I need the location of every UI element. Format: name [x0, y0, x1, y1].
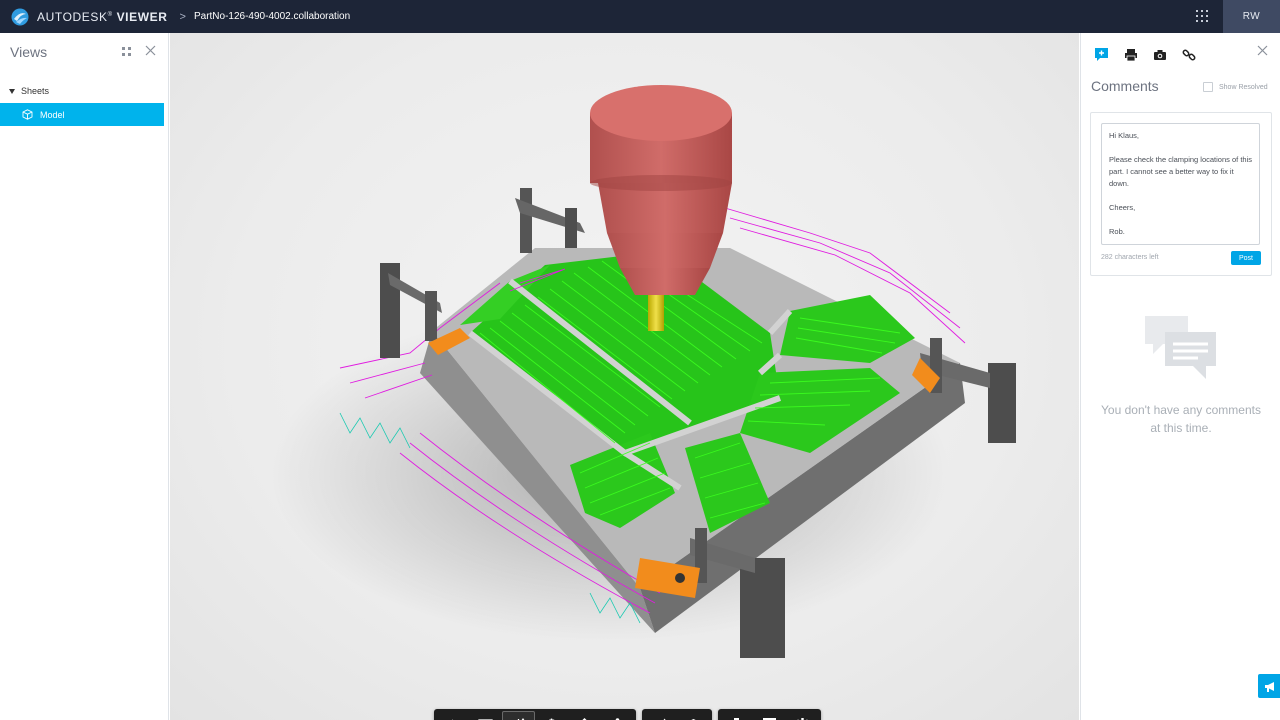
measure-button[interactable] — [644, 711, 677, 720]
breadcrumb-separator: > — [179, 10, 186, 23]
brand-registered: ® — [107, 11, 113, 18]
pan-button[interactable] — [535, 711, 568, 720]
link-icon — [1182, 49, 1195, 60]
feedback-button[interactable] — [1258, 674, 1280, 698]
user-avatar[interactable]: RW — [1223, 0, 1280, 33]
show-resolved-toggle[interactable]: Show Resolved — [1203, 82, 1268, 92]
caret-down-icon[interactable] — [9, 88, 15, 94]
views-panel: Views Sheets Model — [0, 33, 169, 720]
dock-icon[interactable] — [122, 47, 132, 57]
brand[interactable]: AUTODESK® VIEWER — [11, 8, 168, 26]
comments-empty-icon — [1145, 316, 1216, 379]
fit-view-button[interactable] — [469, 711, 502, 720]
model-browser-button[interactable] — [720, 711, 753, 720]
empty-comments-message: You don't have any comments at this time… — [1101, 403, 1261, 435]
settings-button[interactable] — [786, 711, 819, 720]
comments-panel: Comments Show Resolved Hi Klaus, Please … — [1080, 33, 1280, 720]
inspection-tools — [642, 709, 712, 720]
zoom-button[interactable] — [568, 711, 601, 720]
home-button[interactable] — [436, 711, 469, 720]
show-resolved-checkbox[interactable] — [1203, 82, 1213, 92]
properties-button[interactable] — [753, 711, 786, 720]
show-resolved-label: Show Resolved — [1219, 83, 1268, 91]
clamp-top-left — [515, 188, 585, 253]
explode-button[interactable] — [677, 711, 710, 720]
model-viewport[interactable] — [170, 33, 1079, 720]
model-tools — [718, 709, 821, 720]
comments-toolbar — [1093, 46, 1197, 63]
tree-node-label: Sheets — [21, 86, 50, 96]
cam-part-model[interactable] — [170, 33, 1079, 720]
comments-title: Comments — [1091, 78, 1159, 94]
viewer-toolbar — [434, 709, 821, 720]
cube-icon — [22, 109, 33, 120]
top-bar: AUTODESK® VIEWER > PartNo-126-490-4002.c… — [0, 0, 1280, 33]
snapshot-button[interactable] — [1151, 46, 1168, 63]
share-link-button[interactable] — [1180, 46, 1197, 63]
post-button[interactable]: Post — [1231, 251, 1261, 265]
add-comment-icon — [1095, 48, 1108, 61]
first-person-button[interactable] — [601, 711, 634, 720]
characters-left: 282 characters left — [1101, 254, 1159, 261]
print-button[interactable] — [1122, 46, 1139, 63]
tree-node-sheets[interactable]: Sheets — [9, 86, 49, 96]
navigation-tools — [434, 709, 636, 720]
views-panel-title: Views — [10, 44, 48, 60]
orbit-button[interactable] — [502, 711, 535, 720]
tree-node-model[interactable]: Model — [0, 103, 164, 126]
megaphone-icon — [1264, 681, 1274, 692]
print-icon — [1124, 48, 1137, 61]
document-title[interactable]: PartNo-126-490-4002.collaboration — [194, 11, 350, 22]
autodesk-logo-icon — [11, 8, 29, 25]
close-icon[interactable] — [145, 45, 156, 56]
tree-node-label: Model — [40, 109, 65, 120]
add-comment-button[interactable] — [1093, 46, 1110, 63]
brand-name: AUTODESK® VIEWER — [37, 10, 168, 24]
brand-viewer: VIEWER — [116, 9, 168, 24]
comment-textarea[interactable]: Hi Klaus, Please check the clamping loca… — [1101, 123, 1260, 245]
camera-icon — [1153, 49, 1166, 60]
brand-autodesk: AUTODESK — [37, 9, 108, 24]
close-icon[interactable] — [1257, 45, 1268, 56]
new-comment-card: Hi Klaus, Please check the clamping loca… — [1090, 112, 1272, 276]
app-grid-icon[interactable] — [1196, 10, 1209, 23]
